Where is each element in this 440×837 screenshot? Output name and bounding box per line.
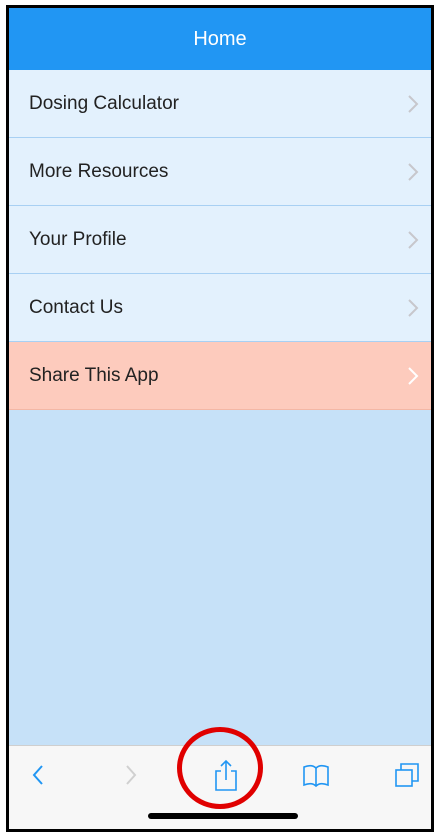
share-button[interactable] [201, 752, 251, 798]
share-icon [215, 759, 237, 791]
chevron-right-icon [408, 366, 419, 385]
menu-item-share-this-app[interactable]: Share This App [9, 342, 431, 410]
menu-item-label: Dosing Calculator [29, 92, 179, 114]
home-menu: Dosing Calculator More Resources Your Pr… [9, 70, 431, 410]
back-icon [32, 765, 43, 785]
bookmarks-icon [303, 764, 329, 788]
phone-screen: Home Dosing Calculator More Resources Yo… [6, 5, 434, 832]
menu-item-label: Share This App [29, 364, 159, 386]
menu-item-more-resources[interactable]: More Resources [9, 138, 431, 206]
menu-item-contact-us[interactable]: Contact Us [9, 274, 431, 342]
bookmarks-button[interactable] [291, 752, 341, 798]
menu-item-label: More Resources [29, 160, 169, 182]
forward-button[interactable] [106, 752, 156, 798]
home-indicator [148, 813, 298, 819]
menu-item-label: Contact Us [29, 296, 123, 318]
chevron-right-icon [408, 94, 419, 113]
back-button[interactable] [13, 752, 63, 798]
tabs-icon [395, 763, 419, 787]
forward-icon [126, 765, 137, 785]
chevron-right-icon [408, 298, 419, 317]
chevron-right-icon [408, 162, 419, 181]
menu-item-dosing-calculator[interactable]: Dosing Calculator [9, 70, 431, 138]
browser-toolbar [9, 745, 431, 829]
page-title: Home [193, 27, 247, 50]
nav-header: Home [9, 8, 431, 70]
tabs-button[interactable] [382, 752, 431, 798]
chevron-right-icon [408, 230, 419, 249]
menu-item-your-profile[interactable]: Your Profile [9, 206, 431, 274]
menu-item-label: Your Profile [29, 228, 127, 250]
